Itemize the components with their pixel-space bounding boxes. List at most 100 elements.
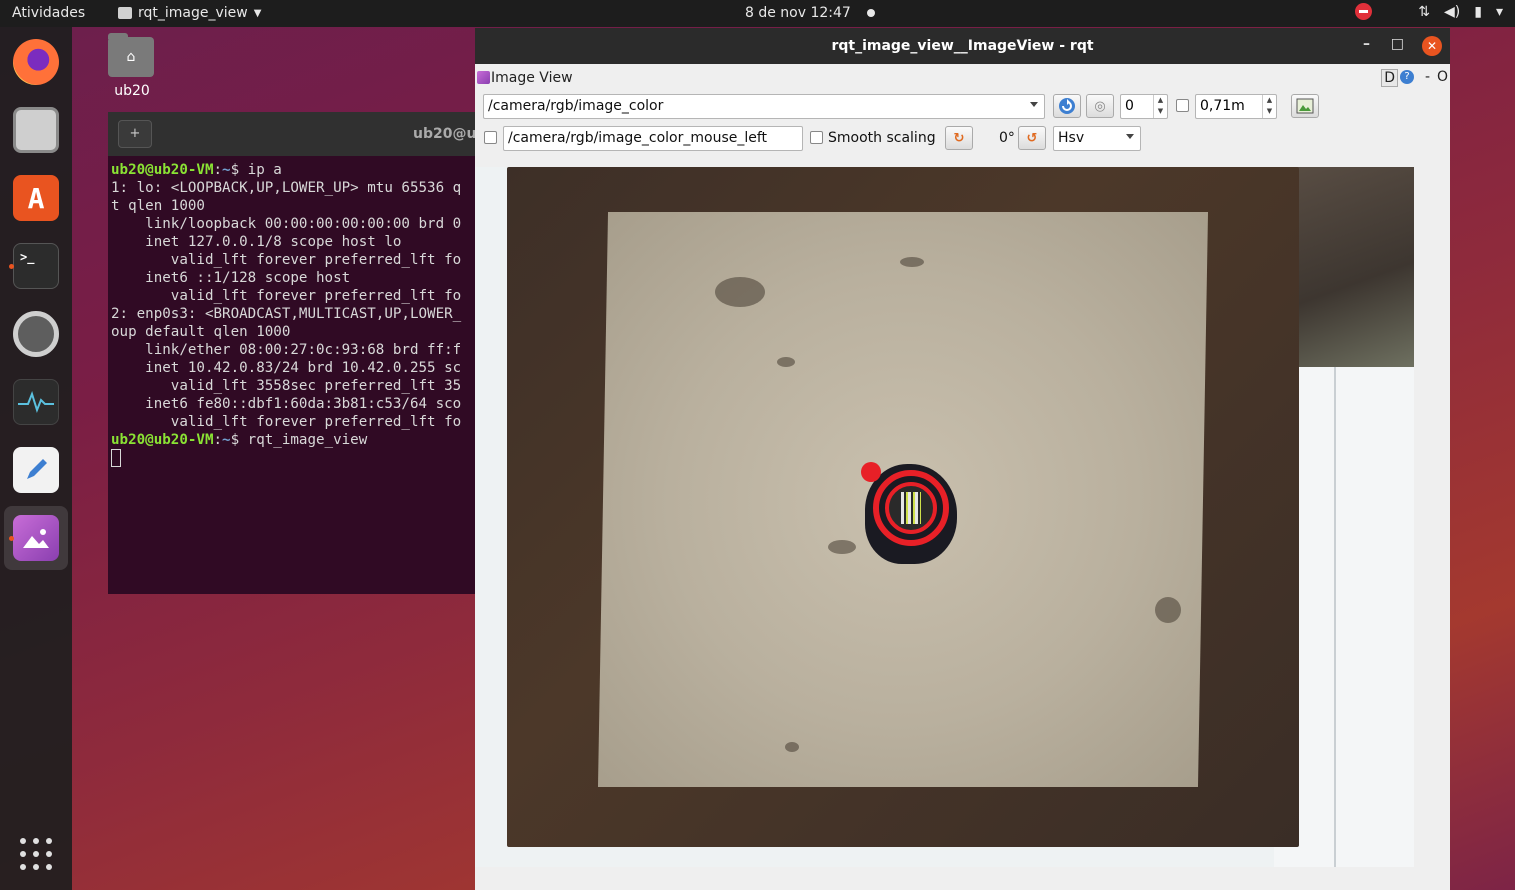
- dock-software[interactable]: A: [4, 166, 68, 230]
- color-scheme-select[interactable]: Hsv: [1053, 126, 1141, 151]
- spin-arrows-icon[interactable]: ▲ ▼: [1153, 95, 1167, 118]
- zoom-icon: ◎: [1094, 98, 1106, 114]
- prompt-path: ~: [222, 162, 231, 178]
- show-apps-icon[interactable]: [20, 838, 52, 870]
- maximize-button[interactable]: □: [1391, 36, 1404, 52]
- image-speck: [715, 277, 765, 307]
- terminal-line: valid_lft 3558sec preferred_lft 35: [111, 378, 462, 394]
- running-indicator: [9, 264, 14, 269]
- close-button[interactable]: ✕: [1422, 36, 1442, 56]
- refresh-icon: [1059, 98, 1075, 114]
- image-speck: [1155, 597, 1181, 623]
- volume-icon[interactable]: ◀): [1444, 4, 1460, 20]
- files-icon: [13, 107, 59, 153]
- terminal-line: link/ether 08:00:27:0c:93:68 brd ff:f: [111, 342, 462, 358]
- network-icon[interactable]: ⇅: [1418, 4, 1430, 20]
- dock-terminal[interactable]: >_: [4, 234, 68, 298]
- dock-text-editor[interactable]: [4, 438, 68, 502]
- prompt-user: ub20@ub20-VM: [111, 162, 214, 178]
- max-depth-value: 0,71m: [1200, 98, 1245, 114]
- terminal-line: oup default qlen 1000: [111, 324, 291, 340]
- rotation-label: 0°: [999, 130, 1015, 146]
- color-scheme-value: Hsv: [1058, 130, 1085, 146]
- image-tape-measure: [861, 458, 961, 570]
- refresh-topics-button[interactable]: [1053, 94, 1081, 118]
- max-depth-spinbox[interactable]: 0,71m ▲ ▼: [1195, 94, 1277, 119]
- smooth-scaling-label: Smooth scaling: [828, 130, 936, 146]
- terminal-line: inet6 fe80::dbf1:60da:3b81:c53/64 sco: [111, 396, 462, 412]
- photo-icon: [23, 529, 49, 548]
- smooth-scaling-checkbox[interactable]: [810, 131, 823, 144]
- terminal-line: ub20@ub20-VM:~$ ip a: [111, 162, 282, 178]
- clock-label: 8 de nov 12:47: [745, 5, 851, 21]
- close-plugin-button[interactable]: O: [1437, 69, 1448, 85]
- image-canvas[interactable]: [475, 167, 1414, 867]
- rotate-left-button[interactable]: ↻: [945, 126, 973, 150]
- notification-dot-icon: [866, 9, 875, 17]
- app-menu[interactable]: rqt_image_view ▼: [118, 5, 261, 21]
- app-menu-label: rqt_image_view: [138, 5, 248, 21]
- pulse-icon: [18, 391, 54, 413]
- spin-arrows-icon[interactable]: ▲ ▼: [1262, 95, 1276, 118]
- rqt-titlebar[interactable]: rqt_image_view__ImageView - rqt – □ ✕: [475, 28, 1450, 64]
- battery-icon[interactable]: ▮: [1474, 4, 1482, 20]
- terminal-line: inet 127.0.0.1/8 scope host lo: [111, 234, 402, 250]
- terminal-line: valid_lft forever preferred_lft fo: [111, 252, 462, 268]
- image-speck: [900, 257, 924, 267]
- system-menu-caret-icon[interactable]: ▾: [1496, 4, 1503, 20]
- image-speck: [828, 540, 856, 554]
- terminal-line: t qlen 1000: [111, 198, 205, 214]
- settings-icon: [13, 311, 59, 357]
- plugin-title: Image View: [491, 70, 573, 86]
- image-speck: [777, 357, 795, 367]
- dynamic-range-checkbox[interactable]: [1176, 99, 1189, 112]
- dock-image-viewer[interactable]: [4, 506, 68, 570]
- rotate-left-icon: ↻: [953, 130, 965, 146]
- prompt-path: ~: [222, 432, 231, 448]
- zoom-spinbox-value: 0: [1125, 98, 1134, 114]
- minimize-plugin-button[interactable]: -: [1425, 69, 1430, 85]
- terminal-line: inet6 ::1/128 scope host: [111, 270, 351, 286]
- dock-toggle-button[interactable]: D: [1381, 69, 1398, 87]
- dock-firefox[interactable]: [4, 30, 68, 94]
- terminal-line: 2: enp0s3: <BROADCAST,MULTICAST,UP,LOWER…: [111, 306, 462, 322]
- minimize-button[interactable]: –: [1363, 36, 1370, 52]
- terminal-titlebar[interactable]: + ub20@ub: [108, 112, 488, 156]
- help-icon[interactable]: ?: [1400, 70, 1414, 84]
- save-image-button[interactable]: [1291, 94, 1319, 118]
- dock-files[interactable]: [4, 98, 68, 162]
- system-tray[interactable]: ⇅ ◀) ▮ ▾: [1355, 3, 1503, 20]
- rqt-window-title: rqt_image_view__ImageView - rqt: [831, 38, 1094, 54]
- clock[interactable]: 8 de nov 12:47: [745, 5, 875, 21]
- image-view-plugin-icon: [477, 71, 490, 84]
- dock-settings[interactable]: [4, 302, 68, 366]
- zoom-fit-button[interactable]: ◎: [1086, 94, 1114, 118]
- terminal-output[interactable]: ub20@ub20-VM:~$ ip a 1: lo: <LOOPBACK,UP,…: [108, 156, 488, 467]
- desktop-home-folder[interactable]: ⌂ ub20: [108, 33, 156, 99]
- activities-button[interactable]: Atividades: [12, 5, 85, 21]
- save-image-icon: [1296, 98, 1314, 114]
- terminal-window[interactable]: + ub20@ub ub20@ub20-VM:~$ ip a 1: lo: <LO…: [108, 112, 488, 594]
- caret-down-icon: ▼: [253, 7, 262, 19]
- image-speck: [785, 742, 799, 752]
- chevron-down-icon: [1030, 102, 1038, 107]
- dock: A >_: [0, 27, 72, 890]
- do-not-disturb-icon[interactable]: [1355, 3, 1373, 20]
- topic-select[interactable]: /camera/rgb/image_color: [483, 94, 1045, 119]
- dock-system-monitor[interactable]: [4, 370, 68, 434]
- publish-click-checkbox[interactable]: [484, 131, 497, 144]
- zoom-spinbox[interactable]: 0 ▲ ▼: [1120, 94, 1168, 119]
- terminal-line: valid_lft forever preferred_lft fo: [111, 288, 462, 304]
- rqt-window[interactable]: rqt_image_view__ImageView - rqt – □ ✕ Im…: [475, 28, 1450, 890]
- system-monitor-icon: [13, 379, 59, 425]
- new-tab-button[interactable]: +: [118, 120, 152, 148]
- mouse-topic-input[interactable]: /camera/rgb/image_color_mouse_left: [503, 126, 803, 151]
- rotate-right-button[interactable]: ↺: [1018, 126, 1046, 150]
- terminal-line: valid_lft forever preferred_lft fo: [111, 414, 462, 430]
- image-viewer-icon: [13, 515, 59, 561]
- prompt-user: ub20@ub20-VM: [111, 432, 214, 448]
- mouse-topic-value: /camera/rgb/image_color_mouse_left: [508, 130, 768, 146]
- firefox-icon: [13, 39, 59, 85]
- chevron-down-icon: [1126, 134, 1134, 139]
- desktop-home-label: ub20: [114, 83, 150, 99]
